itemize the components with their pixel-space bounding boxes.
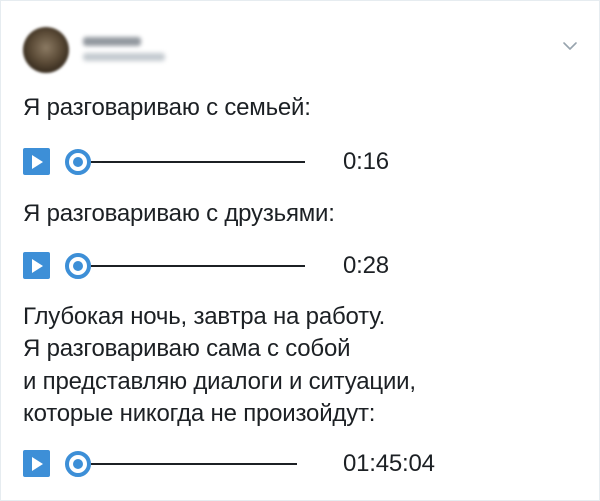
- chevron-down-icon[interactable]: [561, 37, 579, 55]
- progress-bar[interactable]: [91, 265, 305, 267]
- tweet-text-line: Я разговариваю сама с собой: [23, 335, 351, 362]
- handle-blurred[interactable]: [83, 53, 165, 61]
- progress-bar[interactable]: [91, 463, 297, 465]
- audio-player-family: 0:16: [23, 147, 583, 177]
- tweet-card: Я разговариваю с семьей: 0:16 Я разговар…: [0, 0, 600, 501]
- play-icon: [31, 154, 43, 169]
- audio-duration: 0:16: [343, 148, 389, 175]
- audio-duration: 0:28: [343, 252, 389, 279]
- tweet-text-line: Я разговариваю с семьей:: [23, 94, 311, 121]
- progress-bar[interactable]: [91, 161, 305, 163]
- progress-track: [65, 451, 365, 477]
- tweet-text-line: которые никогда не произойдут:: [23, 400, 376, 427]
- progress-knob[interactable]: [65, 149, 91, 175]
- tweet-text-line: Глубокая ночь, завтра на работу.: [23, 303, 386, 330]
- play-button[interactable]: [23, 252, 50, 279]
- progress-knob[interactable]: [65, 451, 91, 477]
- play-icon: [31, 258, 43, 273]
- audio-player-night: 01:45:04: [23, 449, 583, 479]
- audio-player-friends: 0:28: [23, 251, 583, 281]
- play-button[interactable]: [23, 450, 50, 477]
- progress-track: [65, 149, 365, 175]
- play-button[interactable]: [23, 148, 50, 175]
- tweet-text-line: Я разговариваю с друзьями:: [23, 200, 335, 227]
- tweet-header: [23, 25, 579, 81]
- play-icon: [31, 456, 43, 471]
- tweet-text-line: и представляю диалоги и ситуации,: [23, 368, 416, 395]
- audio-duration: 01:45:04: [343, 450, 435, 477]
- display-name-blurred[interactable]: [83, 37, 141, 46]
- avatar[interactable]: [23, 27, 69, 73]
- progress-track: [65, 253, 365, 279]
- progress-knob[interactable]: [65, 253, 91, 279]
